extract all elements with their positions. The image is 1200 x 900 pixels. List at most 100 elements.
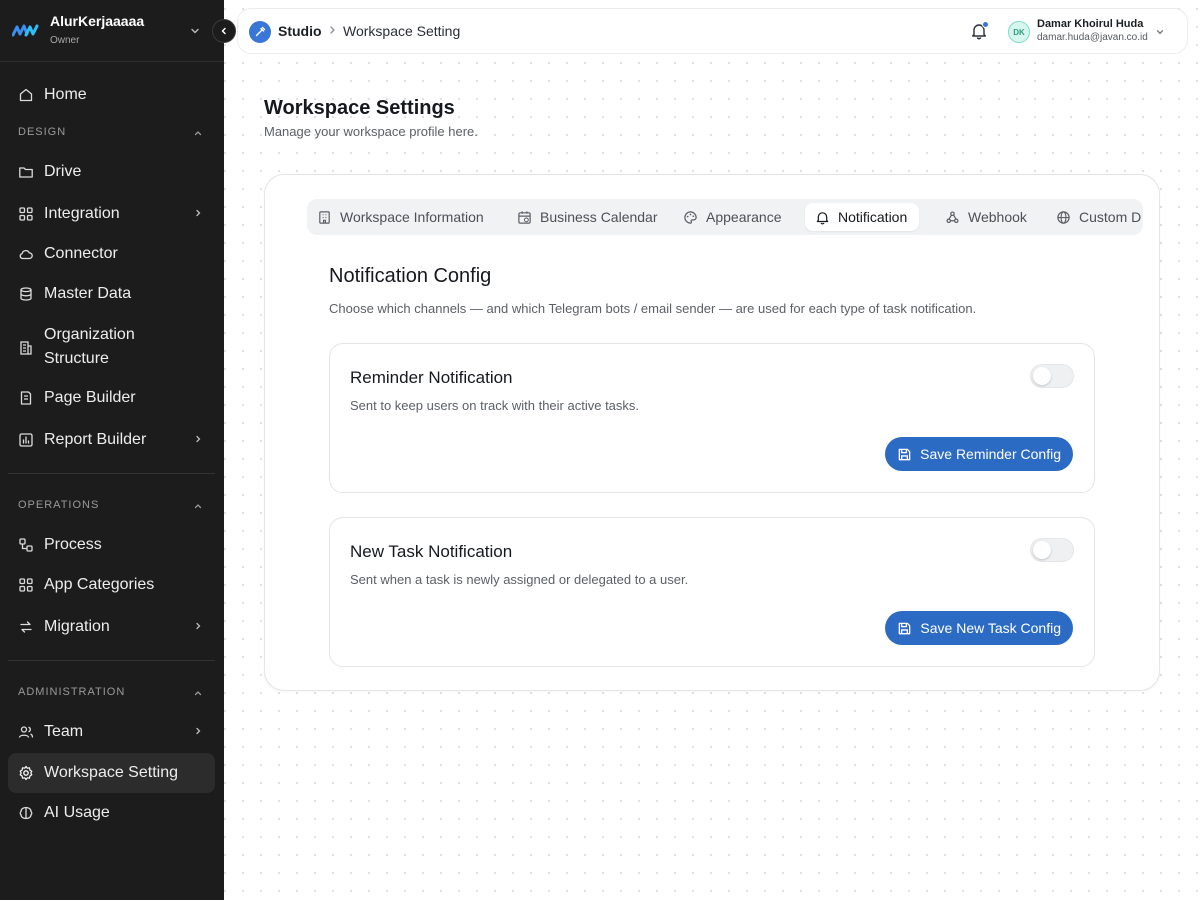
cloud-icon bbox=[19, 249, 33, 260]
user-name: Damar Khoirul Huda bbox=[1037, 18, 1144, 30]
palette-icon bbox=[684, 210, 697, 224]
card-title: New Task Notification bbox=[350, 542, 513, 561]
globe-icon bbox=[1057, 210, 1070, 224]
sidebar-item-label: Integration bbox=[44, 205, 120, 222]
sidebar-item-master-data[interactable]: Master Data bbox=[8, 274, 215, 314]
card-description: Sent when a task is newly assigned or de… bbox=[350, 572, 689, 587]
chevron-down-icon[interactable] bbox=[1155, 27, 1165, 37]
toggle-knob bbox=[1033, 541, 1051, 559]
notebook-icon bbox=[20, 391, 32, 405]
chevron-up-icon[interactable] bbox=[193, 128, 203, 138]
save-new-task-config-button[interactable]: Save New Task Config bbox=[885, 611, 1073, 645]
section-title: Notification Config bbox=[329, 265, 492, 287]
chevron-right-icon bbox=[196, 435, 201, 443]
chevron-up-icon[interactable] bbox=[193, 688, 203, 698]
breadcrumb-current-page: Workspace Setting bbox=[343, 23, 461, 39]
building-icon bbox=[319, 210, 330, 224]
brand-logo bbox=[12, 24, 39, 37]
chart-icon bbox=[19, 433, 33, 447]
sidebar-item-label: AI Usage bbox=[44, 804, 110, 821]
tab-label: Appearance bbox=[706, 209, 782, 225]
sidebar-item-label: Workspace Setting bbox=[44, 764, 178, 781]
button-label: Save New Task Config bbox=[920, 620, 1061, 636]
arrows-swap-icon bbox=[20, 621, 32, 633]
sidebar-item-label: Connector bbox=[44, 245, 118, 262]
avatar[interactable]: DK bbox=[1008, 21, 1030, 43]
page-subtitle: Manage your workspace profile here. bbox=[264, 124, 478, 139]
sidebar-item-report-builder[interactable]: Report Builder bbox=[8, 420, 215, 460]
sidebar-item-migration[interactable]: Migration bbox=[8, 607, 215, 647]
building-icon bbox=[20, 341, 32, 355]
sidebar-item-app-categories[interactable]: App Categories bbox=[8, 565, 215, 605]
database-icon bbox=[20, 287, 32, 301]
tab-label: Workspace Information bbox=[340, 209, 484, 225]
tab-label: Webhook bbox=[968, 209, 1027, 225]
workspace-switcher[interactable]: AlurKerjaaaaa Owner bbox=[0, 0, 224, 62]
user-email: damar.huda@javan.co.id bbox=[1037, 32, 1148, 43]
notification-dot bbox=[982, 21, 989, 28]
tab-notification[interactable]: Notification bbox=[805, 203, 920, 231]
folder-icon bbox=[19, 167, 33, 178]
grid-icon bbox=[19, 578, 33, 592]
workflow-icon bbox=[19, 538, 33, 552]
sidebar-item-page-builder[interactable]: Page Builder bbox=[8, 378, 215, 418]
sidebar-item-workspace-setting[interactable]: Workspace Setting bbox=[8, 753, 215, 793]
sidebar-divider bbox=[8, 660, 215, 661]
sidebar-item-label: App Categories bbox=[44, 576, 155, 593]
grid-icon bbox=[19, 207, 33, 221]
card-description: Sent to keep users on track with their a… bbox=[350, 398, 640, 413]
save-reminder-config-button[interactable]: Save Reminder Config bbox=[885, 437, 1073, 471]
sidebar-item-label: Organization Structure bbox=[44, 326, 135, 367]
button-label: Save Reminder Config bbox=[920, 446, 1061, 462]
tab-custom-domain[interactable]: Custom D bbox=[1046, 203, 1143, 231]
sidebar-item-drive[interactable]: Drive bbox=[8, 152, 215, 192]
sidebar-item-connector[interactable]: Connector bbox=[8, 234, 215, 274]
sidebar-item-label: Master Data bbox=[44, 285, 132, 302]
tab-appearance[interactable]: Appearance bbox=[673, 203, 794, 231]
sidebar-item-process[interactable]: Process bbox=[8, 525, 215, 565]
sidebar-item-label: Home bbox=[44, 86, 87, 103]
sidebar-item-label: Page Builder bbox=[44, 389, 136, 406]
page-title: Workspace Settings bbox=[264, 97, 455, 119]
sidebar-item-integration[interactable]: Integration bbox=[8, 194, 215, 234]
save-icon bbox=[899, 622, 911, 634]
chevron-down-icon bbox=[191, 28, 199, 34]
section-title-design: DESIGN bbox=[18, 126, 67, 138]
sidebar-item-label: Report Builder bbox=[44, 431, 147, 448]
brain-icon bbox=[19, 806, 33, 820]
chevron-right-icon bbox=[196, 727, 201, 735]
tab-business-calendar[interactable]: Business Calendar bbox=[507, 203, 670, 231]
sidebar-item-label: Process bbox=[44, 536, 102, 553]
sidebar-item-organization-structure[interactable]: Organization Structure bbox=[8, 322, 215, 374]
new-task-notification-card: New Task Notification Sent when a task i… bbox=[329, 517, 1095, 667]
workspace-role: Owner bbox=[50, 35, 80, 46]
sidebar-item-ai-usage[interactable]: AI Usage bbox=[8, 793, 215, 833]
chevron-up-icon[interactable] bbox=[193, 501, 203, 511]
sidebar-item-label: Team bbox=[44, 723, 84, 740]
reminder-notification-toggle[interactable] bbox=[1030, 364, 1074, 388]
breadcrumb-studio[interactable]: Studio bbox=[278, 23, 322, 39]
sidebar-collapse-button[interactable] bbox=[212, 19, 236, 43]
card-title: Reminder Notification bbox=[350, 368, 513, 387]
section-description: Choose which channels — and which Telegr… bbox=[329, 301, 977, 316]
new-task-notification-toggle[interactable] bbox=[1030, 538, 1074, 562]
tab-label: Notification bbox=[838, 209, 908, 225]
toggle-knob bbox=[1033, 367, 1051, 385]
section-title-operations: OPERATIONS bbox=[18, 499, 100, 511]
webhook-icon bbox=[946, 210, 959, 223]
bell-icon bbox=[816, 211, 829, 224]
chevron-right-icon bbox=[330, 26, 335, 34]
sidebar-item-team[interactable]: Team bbox=[8, 712, 215, 752]
chevron-right-icon bbox=[196, 209, 201, 217]
tab-workspace-information[interactable]: Workspace Information bbox=[307, 203, 496, 231]
section-title-administration: ADMINISTRATION bbox=[18, 686, 126, 698]
tab-webhook[interactable]: Webhook bbox=[935, 203, 1039, 231]
reminder-notification-card: Reminder Notification Sent to keep users… bbox=[329, 343, 1095, 493]
users-icon bbox=[18, 726, 34, 738]
sidebar-item-label: Migration bbox=[44, 618, 110, 635]
sidebar-item-home[interactable]: Home bbox=[8, 75, 215, 115]
tab-label: Custom D bbox=[1079, 209, 1142, 225]
studio-icon bbox=[249, 21, 271, 43]
tab-label: Business Calendar bbox=[540, 209, 658, 225]
chevron-left-icon bbox=[221, 27, 226, 35]
